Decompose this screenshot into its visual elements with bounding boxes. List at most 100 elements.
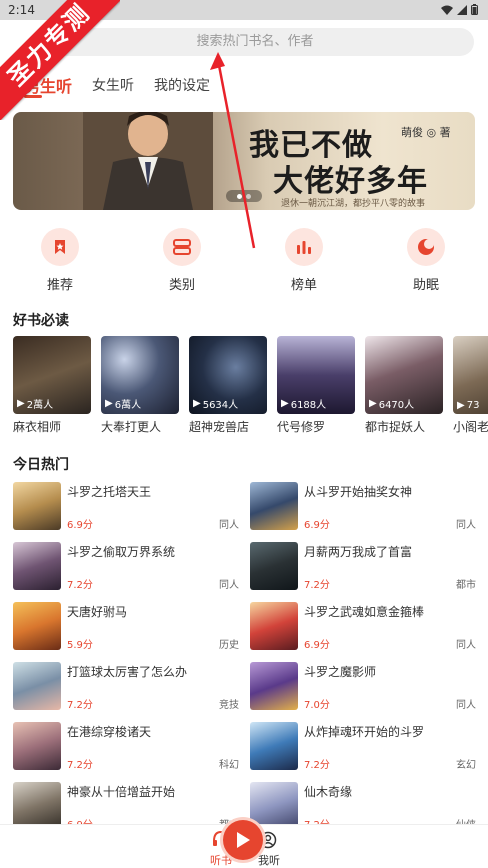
hot-title: 仙木奇缘 [304,785,353,799]
bar-chart-icon [285,228,323,266]
section-title-hot-today: 今日热门 [13,457,69,473]
pagination-dot-active [237,193,242,199]
hot-list-item[interactable]: 斗罗之偷取万界系统 7.2分 同人 [13,542,239,591]
hot-thumbnail [250,482,298,530]
hot-genre: 同人 [456,640,476,651]
hot-score: 7.0分 [304,700,330,711]
tab-my-settings[interactable]: 我的设定 [154,75,210,95]
moon-icon [407,228,445,266]
book-card[interactable]: ▶ 5634人 超神宠兽店 [189,336,267,435]
play-icon: ▶ [281,398,289,409]
book-name: 小阁老 [453,420,488,434]
corner-ribbon: 圣力专测 [0,0,120,120]
hot-list-item[interactable]: 在港综穿梭诸天 7.2分 科幻 [13,722,239,771]
hot-title: 从炸掉魂环开始的斗罗 [304,725,425,739]
hot-thumbnail [250,542,298,590]
section-title-good-books: 好书必读 [13,313,69,329]
hot-title: 从斗罗开始抽奖女神 [304,485,413,499]
book-card[interactable]: ▶ 6萬人 大奉打更人 [101,336,179,435]
banner-title-line2: 大佬好多年 [273,164,428,199]
wifi-icon [441,5,453,15]
hot-list-item[interactable]: 从斗罗开始抽奖女神 6.9分 同人 [250,482,476,531]
listen-count: ▶ 5634人 [193,396,238,411]
hot-score: 7.2分 [67,760,93,771]
hot-genre: 竞技 [219,700,239,711]
hot-score: 6.9分 [67,520,93,531]
book-cover: ▶ 6470人 [365,336,443,414]
listen-count-text: 6470人 [378,400,415,411]
hot-genre: 同人 [456,700,476,711]
hot-title: 在港综穿梭诸天 [67,725,152,739]
hot-score: 7.2分 [67,580,93,591]
banner-character-illustration [83,112,213,210]
hot-thumbnail [13,782,61,830]
book-name: 都市捉妖人 [365,420,426,434]
hot-genre: 都市 [456,580,476,591]
play-button[interactable] [223,820,263,860]
hot-title: 斗罗之魔影师 [304,665,377,679]
pagination-dot [246,193,251,199]
play-icon: ▶ [369,398,377,409]
banner-tagline: 退休一朝沉江湖，都抄平八零的故事 [281,199,426,209]
hot-list-item[interactable]: 天唐好驸马 5.9分 历史 [13,602,239,651]
hot-thumbnail [13,662,61,710]
book-cover: ▶ 5634人 [189,336,267,414]
book-cover: ▶ 6188人 [277,336,355,414]
hot-score: 7.2分 [304,760,330,771]
hot-title: 神豪从十倍增益开始 [67,785,176,799]
banner-author: 萌俊 ◎ 著 [401,126,451,139]
hot-list-item[interactable]: 斗罗之托塔天王 6.9分 同人 [13,482,239,531]
play-icon: ▶ [105,398,113,409]
category-label: 类别 [168,278,195,293]
book-card[interactable]: ▶ 6470人 都市捉妖人 [365,336,443,435]
hot-title: 天唐好驸马 [67,605,128,619]
category-sleep[interactable]: 助眠 [396,228,456,293]
category-types[interactable]: 类别 [152,228,212,293]
hot-thumbnail [13,602,61,650]
hot-list-item[interactable]: 斗罗之魔影师 7.0分 同人 [250,662,476,711]
hot-thumbnail [250,722,298,770]
listen-count-text: 2萬人 [26,400,54,411]
play-icon: ▶ [193,398,201,409]
play-icon [237,832,250,848]
hot-list-item[interactable]: 神豪从十倍增益开始 6.9分 都市 [13,782,239,831]
signal-icon [457,4,467,15]
hot-title: 打篮球太厉害了怎么办 [67,665,188,679]
hot-list-item[interactable]: 从炸掉魂环开始的斗罗 7.2分 玄幻 [250,722,476,771]
banner-pagination [226,190,262,202]
hot-score: 6.9分 [304,640,330,651]
listen-count: ▶ 6470人 [369,396,414,411]
hot-title: 斗罗之武魂如意金箍棒 [304,605,425,619]
grid-icon [163,228,201,266]
battery-icon [471,4,478,15]
hot-genre: 科幻 [219,760,239,771]
category-ranking[interactable]: 榜单 [274,228,334,293]
hot-thumbnail [13,542,61,590]
category-recommend[interactable]: 推荐 [30,228,90,293]
hot-list-item[interactable]: 仙木奇缘 7.2分 仙侠 [250,782,476,831]
listen-count: ▶ 73 [457,400,479,411]
hot-list-item[interactable]: 月薪两万我成了首富 7.2分 都市 [250,542,476,591]
hot-list-item[interactable]: 斗罗之武魂如意金箍棒 6.9分 同人 [250,602,476,651]
listen-count-text: 6萬人 [114,400,142,411]
hot-genre: 同人 [219,580,239,591]
hot-list-item[interactable]: 打篮球太厉害了怎么办 7.2分 竞技 [13,662,239,711]
hot-thumbnail [250,602,298,650]
book-cover: ▶ 6萬人 [101,336,179,414]
hot-title: 斗罗之托塔天王 [67,485,152,499]
book-card[interactable]: ▶ 73 小阁老 [453,336,488,435]
ribbon-label: 圣力专测 [0,0,120,120]
hot-thumbnail [250,782,298,830]
book-card[interactable]: ▶ 6188人 代号修罗 [277,336,355,435]
hot-score: 5.9分 [67,640,93,651]
book-card[interactable]: ▶ 2萬人 麻衣相师 [13,336,91,435]
hot-thumbnail [13,722,61,770]
hot-genre: 同人 [219,520,239,531]
listen-count-text: 6188人 [290,400,327,411]
hot-title: 月薪两万我成了首富 [304,545,413,559]
category-label: 榜单 [290,278,317,293]
listen-count: ▶ 2萬人 [17,396,53,411]
hot-genre: 同人 [456,520,476,531]
book-name: 超神宠兽店 [189,420,250,434]
hot-score: 7.2分 [67,700,93,711]
